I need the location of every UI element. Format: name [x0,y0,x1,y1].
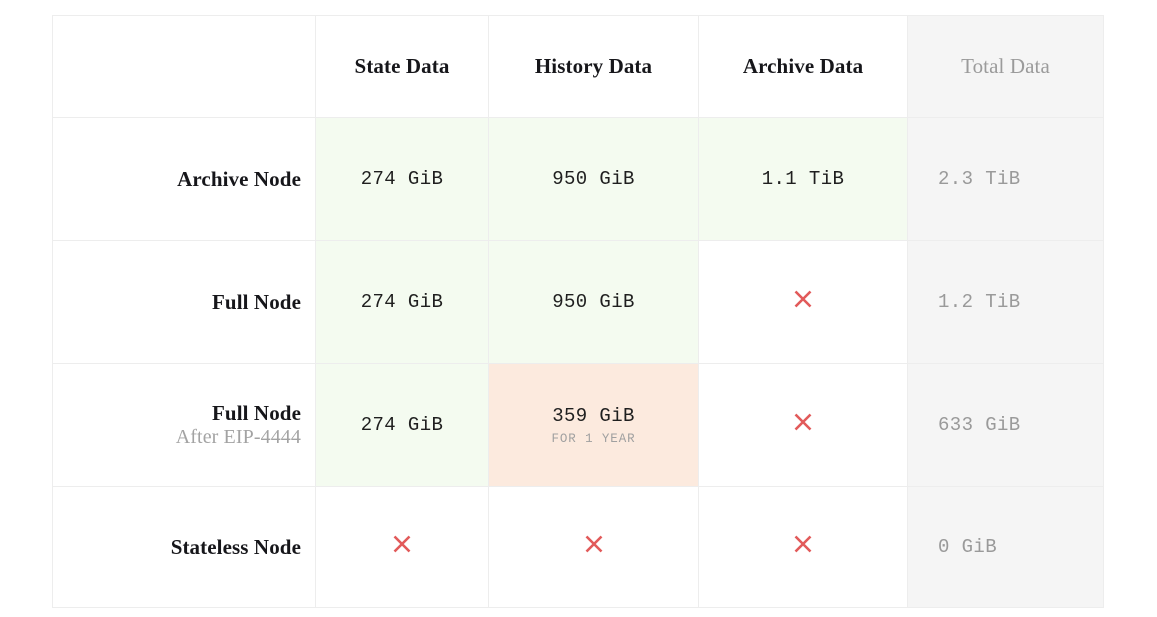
row-label-main: Full Node [212,289,301,314]
cell-archive-data [698,486,908,608]
cell-value: 1.1 TiB [761,168,845,190]
node-data-table: State Data History Data Archive Data Tot… [52,15,1104,608]
cell-total-data: 1.2 TiB [907,240,1104,364]
cell-value: 1.2 TiB [938,291,1021,313]
table-row: Archive Node 274 GiB 950 GiB 1.1 TiB 2.3… [52,117,1104,241]
cell-value: 274 GiB [360,168,444,190]
cell-history-data: 950 GiB [488,240,699,364]
column-header-archive-data: Archive Data [698,15,908,118]
cell-total-data: 0 GiB [907,486,1104,608]
cell-value: 274 GiB [360,291,444,313]
cell-total-data: 2.3 TiB [907,117,1104,241]
cell-archive-data [698,363,908,487]
table-header: State Data History Data Archive Data Tot… [52,15,1104,118]
table-page: State Data History Data Archive Data Tot… [0,0,1157,617]
cell-state-data: 274 GiB [315,117,489,241]
row-label-cell: Stateless Node [52,486,316,608]
column-header-state-data: State Data [315,15,489,118]
row-label-sub: After EIP-4444 [175,426,301,449]
cell-history-data [488,486,699,608]
x-mark-icon [791,287,815,311]
cell-total-data: 633 GiB [907,363,1104,487]
row-label-cell: Archive Node [52,117,316,241]
cell-value: 0 GiB [938,536,998,558]
table-row: Stateless Node 0 GiB [52,486,1104,608]
row-label-main: Stateless Node [170,534,301,559]
cell-value: 950 GiB [552,291,635,313]
table-row: Full Node After EIP-4444 274 GiB 359 GiB… [52,363,1104,487]
cell-value: 359 GiB [552,404,635,427]
cell-value: 2.3 TiB [938,168,1021,190]
cell-state-data [315,486,489,608]
x-mark-icon [582,532,606,556]
row-label-cell: Full Node After EIP-4444 [52,363,316,487]
cell-state-data: 274 GiB [315,240,489,364]
x-mark-icon [791,532,815,556]
x-mark-icon [791,410,815,434]
cell-history-data: 950 GiB [488,117,699,241]
row-label-main: Archive Node [177,166,301,191]
table-body: Archive Node 274 GiB 950 GiB 1.1 TiB 2.3… [52,117,1104,608]
table-row: Full Node 274 GiB 950 GiB 1.2 TiB [52,240,1104,364]
cell-archive-data [698,240,908,364]
row-label-main: Full Node [212,400,301,425]
node-data-table-container: State Data History Data Archive Data Tot… [52,15,1104,608]
cell-note: FOR 1 YEAR [551,431,636,446]
table-header-row: State Data History Data Archive Data Tot… [52,15,1104,118]
cell-history-data: 359 GiB FOR 1 YEAR [488,363,699,487]
cell-value: 633 GiB [938,414,1021,436]
column-header-total-data: Total Data [907,15,1104,118]
row-label-cell: Full Node [52,240,316,364]
cell-archive-data: 1.1 TiB [698,117,908,241]
cell-value: 274 GiB [360,414,444,436]
cell-value: 950 GiB [552,168,635,190]
cell-state-data: 274 GiB [315,363,489,487]
table-corner-cell [52,15,316,118]
column-header-history-data: History Data [488,15,699,118]
x-mark-icon [390,532,414,556]
